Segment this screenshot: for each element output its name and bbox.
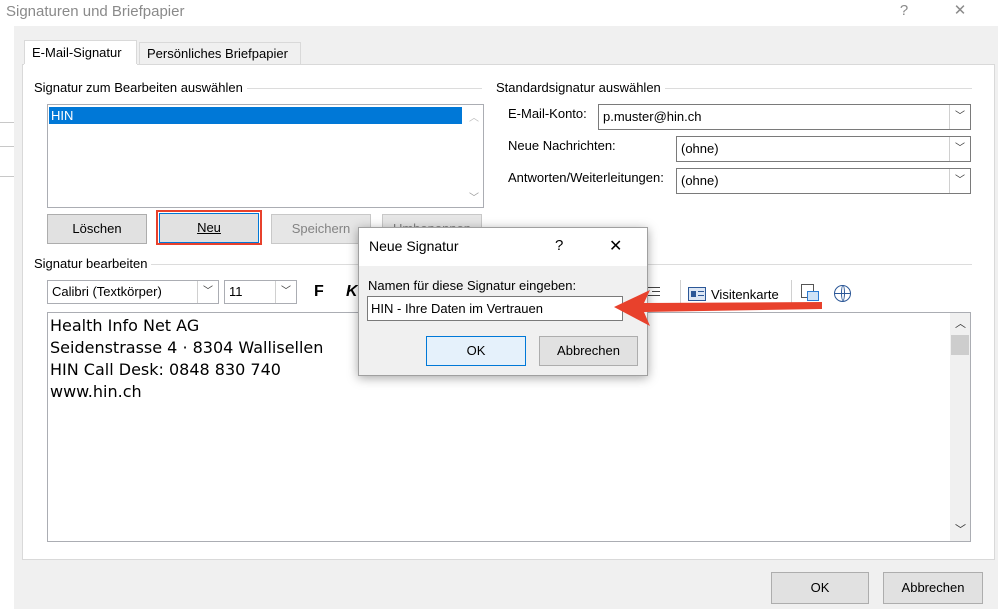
new-messages-label: Neue Nachrichten: — [508, 138, 616, 153]
signature-line: www.hin.ch — [50, 382, 142, 401]
list-item[interactable]: HIN — [49, 107, 462, 124]
delete-button[interactable]: Löschen — [47, 214, 147, 244]
dialog-prompt: Namen für diese Signatur eingeben: — [368, 278, 577, 293]
help-button[interactable]: ? — [884, 0, 924, 24]
font-size-select[interactable]: 11 ﹀ — [224, 280, 297, 304]
italic-button[interactable]: K — [346, 283, 358, 301]
save-button[interactable]: Speichern — [271, 214, 371, 244]
close-button[interactable]: ✕ — [940, 0, 980, 24]
tab-email-signature[interactable]: E-Mail-Signatur — [24, 40, 137, 65]
background-window-edge — [0, 26, 14, 609]
window-title: Signaturen und Briefpapier — [6, 3, 185, 20]
annotation-arrow — [614, 290, 822, 326]
ok-button[interactable]: OK — [771, 572, 869, 604]
dialog-cancel-button[interactable]: Abbrechen — [539, 336, 638, 366]
dialog-help-button[interactable]: ? — [555, 237, 563, 254]
dialog-ok-button[interactable]: OK — [426, 336, 526, 366]
signature-name-input[interactable]: HIN - Ihre Daten im Vertrauen — [367, 296, 623, 321]
scroll-thumb[interactable] — [951, 335, 969, 355]
select-group-label: Signatur zum Bearbeiten auswählen — [34, 80, 247, 95]
reply-forward-select[interactable]: (ohne) ﹀ — [676, 168, 971, 194]
bold-button[interactable]: F — [314, 283, 324, 301]
chevron-down-icon: ﹀ — [275, 281, 296, 303]
dialog-title: Neue Signatur — [369, 238, 459, 254]
chevron-down-icon: ﹀ — [197, 281, 218, 303]
dialog-close-button[interactable]: ✕ — [609, 236, 622, 256]
editor-scrollbar[interactable]: ︿ ﹀ — [950, 313, 970, 541]
account-select[interactable]: p.muster@hin.ch ﹀ — [598, 104, 971, 130]
chevron-down-icon: ﹀ — [949, 105, 970, 129]
hyperlink-icon[interactable] — [834, 285, 851, 302]
list-scrollbar[interactable]: ︿ ﹀ — [465, 105, 483, 207]
default-group-label: Standardsignatur auswählen — [496, 80, 665, 95]
tab-personal-stationery[interactable]: Persönliches Briefpapier — [139, 42, 301, 65]
cancel-button[interactable]: Abbrechen — [883, 572, 983, 604]
account-label: E-Mail-Konto: — [508, 106, 587, 121]
new-button[interactable]: Neu — [159, 213, 259, 243]
signature-list[interactable]: HIN ︿ ﹀ — [47, 104, 484, 208]
reply-forward-label: Antworten/Weiterleitungen: — [508, 170, 664, 185]
chevron-down-icon: ﹀ — [949, 169, 970, 193]
tab-join — [24, 64, 137, 66]
chevron-down-icon: ﹀ — [949, 137, 970, 161]
font-select[interactable]: Calibri (Textkörper) ﹀ — [47, 280, 219, 304]
edit-group-label: Signatur bearbeiten — [34, 256, 152, 271]
new-messages-select[interactable]: (ohne) ﹀ — [676, 136, 971, 162]
